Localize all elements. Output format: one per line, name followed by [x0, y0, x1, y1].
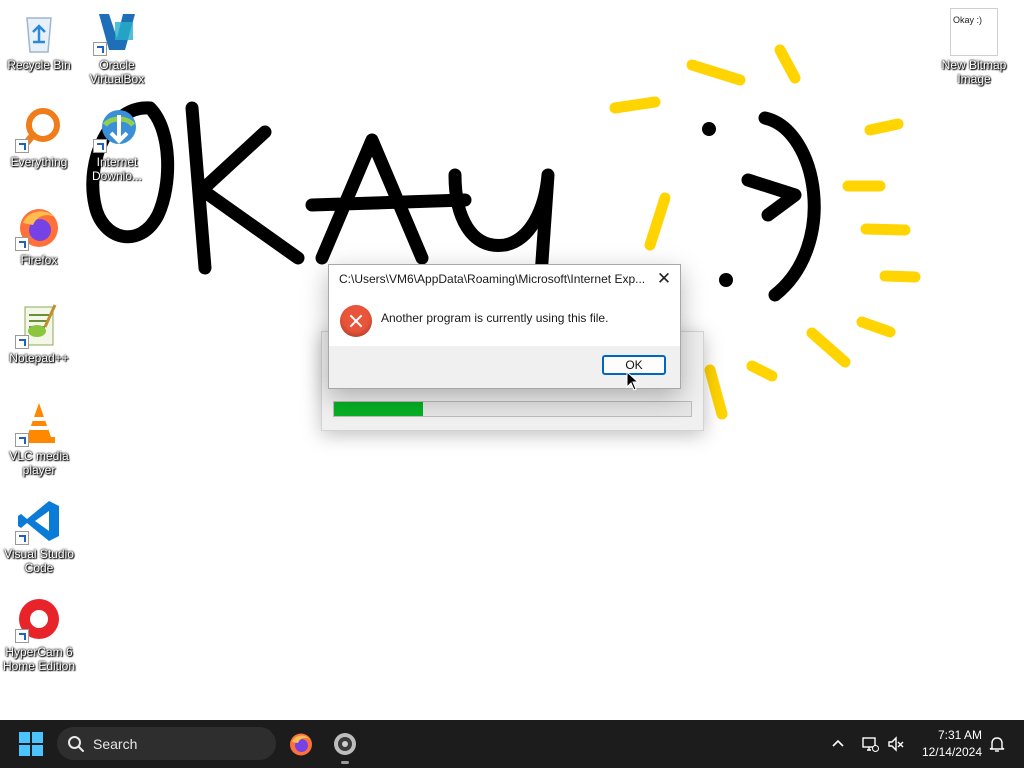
- error-icon: [340, 305, 372, 337]
- taskbar-firefox-icon[interactable]: [288, 731, 314, 757]
- sun-ray: [864, 118, 904, 136]
- desktop-icon-everything[interactable]: Everything: [0, 105, 78, 169]
- shortcut-arrow-icon: [15, 335, 29, 349]
- sun-ray: [860, 223, 911, 236]
- desktop-icon-label: HyperCam 6 Home Edition: [2, 645, 76, 673]
- desktop-icon-label: Visual Studio Code: [4, 547, 74, 575]
- desktop-icon-notepadpp[interactable]: Notepad++: [0, 301, 78, 365]
- taskbar-clock-time[interactable]: 7:31 AM: [922, 728, 982, 742]
- desktop-icon-new-bitmap[interactable]: Okay :) New Bitmap Image: [935, 8, 1013, 86]
- notification-bell-icon[interactable]: [988, 735, 1006, 753]
- progress-bar-fill: [334, 402, 424, 416]
- virtualbox-icon: [93, 8, 141, 56]
- shortcut-arrow-icon: [15, 531, 29, 545]
- shortcut-arrow-icon: [15, 629, 29, 643]
- shortcut-arrow-icon: [93, 42, 107, 56]
- wallpaper-letter-k: [185, 101, 305, 275]
- sun-ray: [856, 316, 896, 338]
- smiley-nose: [741, 173, 802, 222]
- bitmap-thumbnail-text: Okay :): [953, 15, 983, 25]
- taskbar-search-box[interactable]: Search: [57, 727, 276, 760]
- desktop-icon-hypercam[interactable]: HyperCam 6 Home Edition: [0, 595, 78, 673]
- running-app-indicator: [341, 761, 349, 764]
- wallpaper-letter-a: [305, 133, 472, 265]
- mouse-cursor-icon: [626, 371, 640, 391]
- taskbar-clock-date[interactable]: 12/14/2024: [912, 745, 982, 759]
- sun-ray: [806, 327, 851, 368]
- hypercam-icon: [15, 595, 63, 643]
- show-hidden-icons-chevron-icon[interactable]: [831, 737, 845, 751]
- sun-ray: [644, 192, 671, 251]
- search-label: Search: [93, 736, 138, 752]
- internet-download-manager-icon: [93, 105, 141, 153]
- dialog-message: Another program is currently using this …: [381, 311, 609, 325]
- sun-ray: [686, 59, 746, 86]
- dialog-title: C:\Users\VM6\AppData\Roaming\Microsoft\I…: [339, 272, 644, 286]
- sun-ray: [609, 96, 661, 114]
- vscode-icon: [15, 497, 63, 545]
- shortcut-arrow-icon: [93, 139, 107, 153]
- desktop-icon-label: Oracle VirtualBox: [89, 58, 145, 86]
- taskbar: Search 7:31 AM 12/14/2024: [0, 720, 1024, 768]
- recycle-bin-icon: [15, 8, 63, 56]
- vlc-icon: [15, 399, 63, 447]
- desktop-icon-label: VLC media player: [9, 449, 69, 477]
- shortcut-arrow-icon: [15, 433, 29, 447]
- desktop-icon-firefox[interactable]: Firefox: [0, 203, 78, 267]
- desktop-icon-internet-download-manager[interactable]: Internet Downlo...: [78, 105, 156, 183]
- sun-ray: [879, 270, 921, 283]
- desktop-icon-recycle-bin[interactable]: Recycle Bin: [0, 8, 78, 72]
- smiley-eye-bottom: [719, 273, 733, 287]
- network-icon[interactable]: [861, 735, 879, 753]
- volume-muted-icon[interactable]: [887, 735, 905, 753]
- bitmap-image-icon: Okay :): [950, 8, 998, 56]
- everything-search-icon: [15, 105, 63, 153]
- notepadpp-icon: [15, 301, 63, 349]
- desktop-icon-vscode[interactable]: Visual Studio Code: [0, 497, 78, 575]
- firefox-icon: [15, 203, 63, 251]
- desktop-icon-vlc[interactable]: VLC media player: [0, 399, 78, 477]
- desktop-icon-virtualbox[interactable]: Oracle VirtualBox: [78, 8, 156, 86]
- taskbar-hypercam-icon[interactable]: [332, 731, 358, 757]
- desktop-icon-label: Everything: [10, 155, 68, 169]
- sun-ray: [774, 44, 801, 84]
- close-icon[interactable]: ✕: [654, 269, 674, 289]
- sun-ray: [704, 364, 728, 420]
- windows-start-icon[interactable]: [19, 732, 44, 757]
- sun-ray: [746, 360, 778, 382]
- desktop-icon-label: Firefox: [20, 253, 58, 267]
- desktop-icon-label: Recycle Bin: [7, 58, 71, 72]
- desktop-icon-label: Notepad++: [9, 351, 69, 365]
- smiley-eye-top: [702, 122, 716, 136]
- desktop-icon-label: Internet Downlo...: [91, 155, 143, 183]
- progress-bar: [333, 401, 692, 417]
- desktop-icon-label: New Bitmap Image: [941, 58, 1007, 86]
- shortcut-arrow-icon: [15, 237, 29, 251]
- shortcut-arrow-icon: [15, 139, 29, 153]
- search-icon: [68, 736, 84, 752]
